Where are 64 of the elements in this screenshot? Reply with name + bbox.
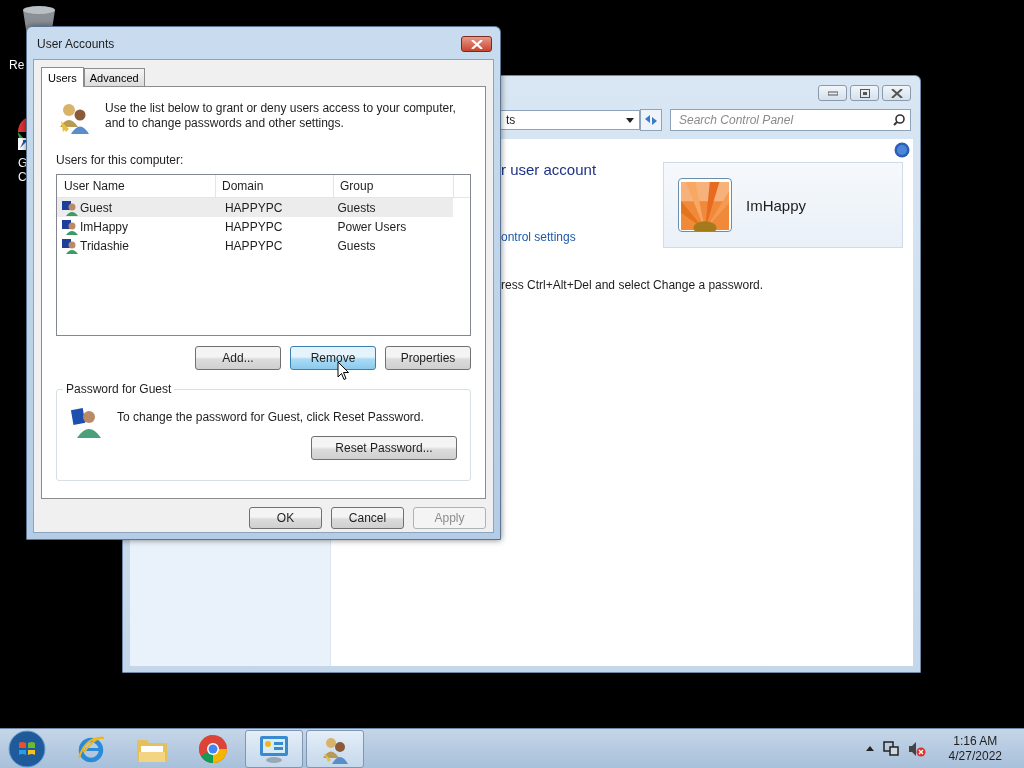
users-taskbar-button[interactable] <box>306 729 364 768</box>
password-note: ress Ctrl+Alt+Del and select Change a password. <box>501 278 765 292</box>
control-panel-taskbar-button[interactable] <box>245 729 303 768</box>
restore-icon <box>859 88 870 98</box>
user-name: ImHappy <box>80 219 129 234</box>
account-name: ImHappy <box>746 196 807 214</box>
domain-cell-text: HAPPYPC <box>223 200 284 215</box>
user-name: Tridashie <box>80 238 129 253</box>
group-cell-text: Guests <box>336 200 377 215</box>
column-header[interactable]: Domain <box>216 175 334 197</box>
column-header[interactable]: Group <box>334 175 454 197</box>
close-icon <box>470 39 483 49</box>
column-header[interactable]: User Name <box>58 175 216 197</box>
refresh-icon <box>644 114 658 126</box>
user-row[interactable]: Guest HAPPYPC Guests <box>57 198 453 217</box>
desktop-icon-label: C <box>17 170 27 184</box>
intro-text: Use the list below to grant or deny users access to your computer, and to change passwords and other settings. <box>105 101 457 132</box>
group-cell-text: Guests <box>336 238 377 253</box>
search-icon <box>893 114 905 126</box>
pointer-icon <box>337 361 350 381</box>
page-heading: r user account <box>501 161 598 178</box>
dialog-button[interactable]: Cancel <box>331 507 404 529</box>
tab[interactable]: Users <box>41 67 84 87</box>
user-icon <box>62 218 78 235</box>
user-icon <box>71 406 103 438</box>
search-field[interactable]: Search Control Panel <box>670 109 911 131</box>
list-action-button[interactable]: Properties <box>385 346 471 370</box>
monitor-icon <box>258 733 290 764</box>
dropdown-arrow-icon <box>626 117 634 123</box>
refresh-button[interactable] <box>640 109 662 131</box>
user-row[interactable]: Tridashie HAPPYPC Guests <box>57 236 453 255</box>
user-row[interactable]: ImHappy HAPPYPC Power Users <box>57 217 453 236</box>
close-button[interactable] <box>882 85 911 101</box>
clock-date[interactable]: 4/27/2022 <box>948 748 1002 764</box>
password-hint: To change the password for Guest, click Reset Password. <box>117 410 424 424</box>
minimize-icon <box>827 90 838 96</box>
domain-cell-text: HAPPYPC <box>223 219 284 234</box>
browser-circle-icon <box>198 733 228 764</box>
window-title: User Accounts <box>37 37 115 51</box>
group-cell-text: Power Users <box>336 219 408 234</box>
user-icon <box>62 237 78 254</box>
user-name: Guest <box>80 200 112 215</box>
desktop-icon-label: G <box>17 156 28 170</box>
volume-icon[interactable] <box>907 740 926 757</box>
start-button[interactable] <box>8 729 46 768</box>
settings-link[interactable]: ontrol settings <box>501 230 633 244</box>
maximize-button[interactable] <box>850 85 879 101</box>
list-action-button[interactable]: Add... <box>195 346 281 370</box>
list-label: Users for this computer: <box>56 153 185 167</box>
close-button[interactable] <box>461 36 492 52</box>
clock-time[interactable]: 1:16 AM <box>953 733 998 749</box>
domain-cell-text: HAPPYPC <box>223 238 284 253</box>
network-icon[interactable] <box>882 740 899 757</box>
list-action-button[interactable]: Remove <box>290 346 376 370</box>
help-icon[interactable] <box>894 142 910 158</box>
tab[interactable]: Advanced <box>83 68 145 86</box>
show-hidden-icons-button[interactable] <box>865 746 874 751</box>
close-icon <box>890 88 903 98</box>
desktop-icon-label: Re <box>8 58 25 72</box>
user-icon <box>62 199 78 216</box>
users-icon <box>57 101 91 135</box>
group-title: Password for Guest <box>63 382 175 396</box>
reset-password-button[interactable]: Reset Password... <box>311 436 457 460</box>
dialog-button[interactable]: OK <box>249 507 322 529</box>
